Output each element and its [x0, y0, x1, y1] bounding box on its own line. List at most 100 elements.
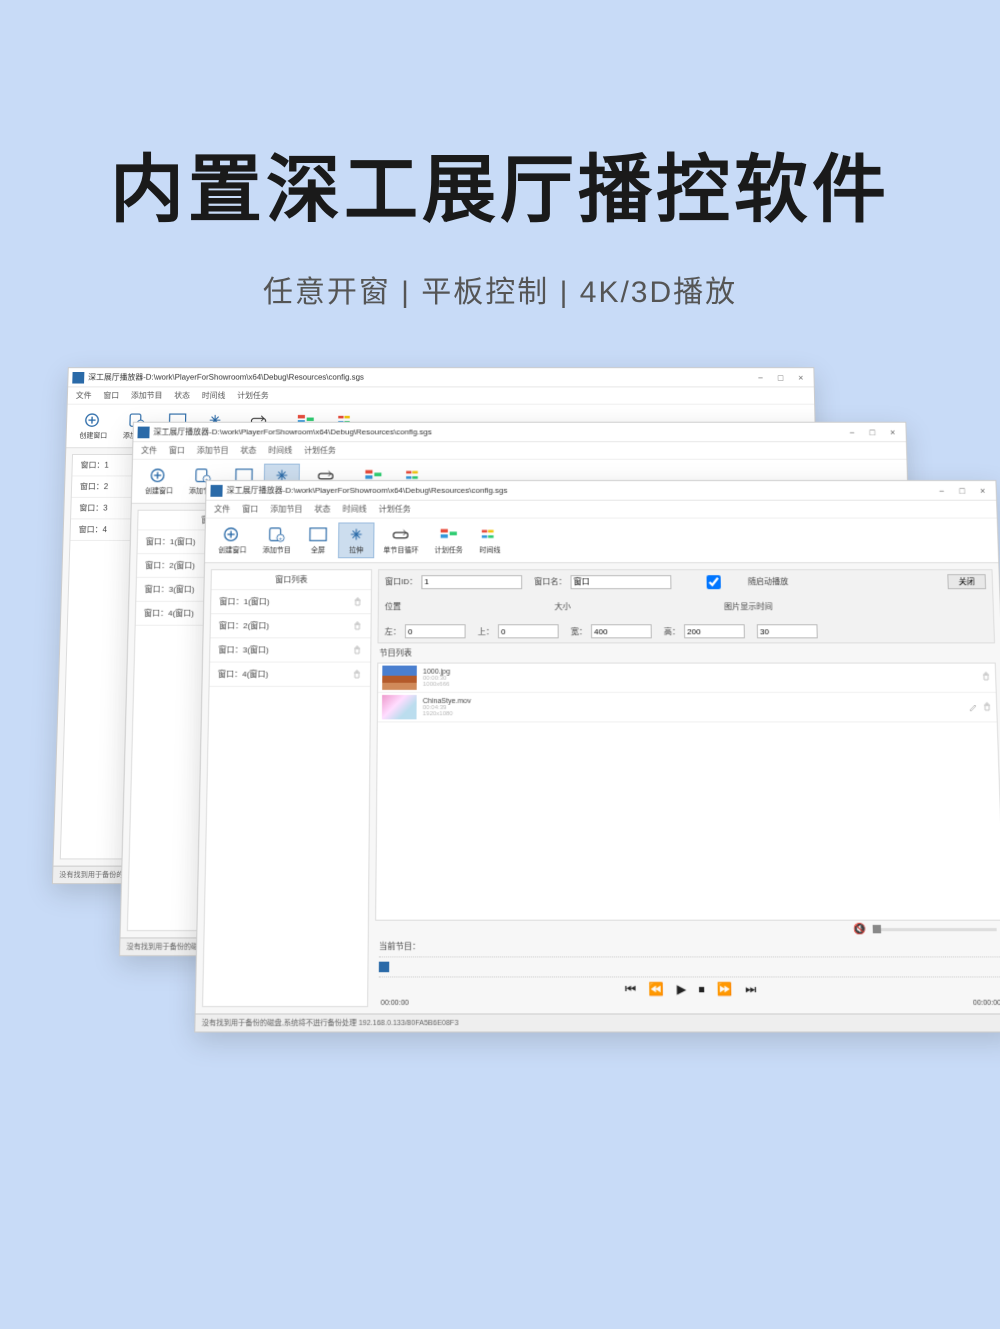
- trash-icon[interactable]: [981, 672, 991, 682]
- volume-icon[interactable]: 🔇: [854, 924, 867, 936]
- tool-fullscreen[interactable]: 全屏: [300, 522, 337, 558]
- program-name: 1000.jpg: [423, 668, 450, 675]
- prev-track-icon[interactable]: ⏮: [625, 982, 636, 998]
- menu-window[interactable]: 窗口: [169, 445, 185, 456]
- menubar: 文件 窗口 添加节目 状态 时间线 计划任务: [133, 442, 906, 460]
- menu-file[interactable]: 文件: [76, 390, 92, 401]
- maximize-icon[interactable]: □: [953, 485, 971, 495]
- input-picstay[interactable]: [757, 624, 818, 638]
- program-item[interactable]: ChinaStye.mov 00:04:39 1920x1080: [378, 693, 997, 722]
- toolbar: 创建窗口 +添加节目 全屏 拉伸 单节目循环 计划任务 时间线: [205, 519, 998, 564]
- menu-timeline[interactable]: 时间线: [202, 390, 226, 401]
- time-labels: 00:00:00 00:00:00: [374, 1000, 1000, 1007]
- menu-timeline[interactable]: 时间线: [342, 504, 366, 515]
- tool-create-window[interactable]: 创建窗口: [72, 409, 114, 444]
- minimize-icon[interactable]: −: [843, 427, 861, 437]
- close-button[interactable]: 关闭: [947, 574, 986, 589]
- programs-label: 节目列表: [377, 643, 995, 662]
- tool-add-program[interactable]: +添加节目: [255, 522, 298, 558]
- titlebar: 深工展厅播放器-D:\work\PlayerForShowroom\x64\De…: [206, 481, 996, 501]
- stop-icon[interactable]: ⏹: [699, 982, 705, 998]
- tool-create-window[interactable]: 创建窗口: [211, 522, 254, 558]
- transport-controls: ⏮ ⏪ ▶ ⏹ ⏩ ⏭: [374, 980, 1000, 1000]
- list-item[interactable]: 窗口：2(窗口): [211, 614, 371, 638]
- checkbox-autoplay[interactable]: [683, 575, 744, 589]
- program-list: 1000.jpg 00:00:30 1000x666 ChinaStye.mov…: [375, 663, 1000, 921]
- time-end: 00:00:00: [973, 1000, 1000, 1007]
- window-list-title: 窗口列表: [212, 570, 372, 590]
- menu-schedule[interactable]: 计划任务: [237, 390, 269, 401]
- input-window-name[interactable]: [571, 575, 672, 589]
- menu-add-program[interactable]: 添加节目: [270, 504, 302, 515]
- hero-subtitle: 任意开窗 | 平板控制 | 4K/3D播放: [0, 267, 1000, 311]
- input-height[interactable]: [684, 624, 745, 638]
- program-item[interactable]: 1000.jpg 00:00:30 1000x666: [378, 664, 996, 693]
- input-top[interactable]: [498, 624, 559, 638]
- input-width[interactable]: [591, 624, 652, 638]
- trash-icon[interactable]: [352, 645, 362, 655]
- window-props: 窗口ID： 窗口名： 随启动播放 关闭 位置 大小 图片显示时间 左： 上： 宽…: [377, 569, 995, 643]
- menu-status[interactable]: 状态: [314, 504, 330, 515]
- label-top: 上：: [478, 626, 494, 637]
- menu-status[interactable]: 状态: [240, 445, 256, 456]
- label-picstay: 图片显示时间: [724, 601, 773, 612]
- menu-file[interactable]: 文件: [141, 445, 157, 456]
- thumbnail: [382, 666, 417, 690]
- menu-add-program[interactable]: 添加节目: [197, 445, 229, 456]
- window-title: 深工展厅播放器-D:\work\PlayerForShowroom\x64\De…: [226, 485, 932, 496]
- app-icon: [210, 484, 222, 496]
- list-item[interactable]: 窗口：1(窗口): [211, 590, 371, 614]
- edit-icon[interactable]: [968, 702, 979, 712]
- input-window-id[interactable]: [421, 575, 522, 589]
- program-resolution: 1000x666: [423, 681, 450, 687]
- hero-title: 内置深工展厅播控软件: [0, 130, 1000, 237]
- tool-create-window[interactable]: 创建窗口: [138, 464, 181, 499]
- app-icon: [72, 372, 84, 384]
- forward-icon[interactable]: ⏩: [717, 982, 733, 998]
- trash-icon[interactable]: [353, 597, 363, 607]
- trash-icon[interactable]: [352, 669, 362, 679]
- tool-schedule[interactable]: 计划任务: [428, 522, 470, 558]
- tool-timeline[interactable]: 时间线: [472, 522, 508, 558]
- maximize-icon[interactable]: □: [772, 372, 790, 382]
- close-icon[interactable]: ×: [792, 372, 810, 382]
- app-window-front: 深工展厅播放器-D:\work\PlayerForShowroom\x64\De…: [194, 480, 1000, 1033]
- menu-schedule[interactable]: 计划任务: [379, 504, 411, 515]
- play-icon[interactable]: ▶: [677, 982, 687, 998]
- app-icon: [137, 426, 149, 438]
- trash-icon[interactable]: [982, 702, 993, 712]
- tool-stretch[interactable]: 拉伸: [338, 522, 375, 558]
- program-duration: 00:00:30: [423, 675, 450, 681]
- label-height: 高：: [664, 626, 680, 637]
- menu-window[interactable]: 窗口: [242, 504, 258, 515]
- label-left: 左：: [385, 626, 401, 637]
- playback-timeline[interactable]: [379, 956, 1000, 977]
- minimize-icon[interactable]: −: [752, 372, 770, 382]
- screenshot-stage: 深工展厅播放器-D:\work\PlayerForShowroom\x64\De…: [0, 361, 1000, 1061]
- menu-schedule[interactable]: 计划任务: [304, 445, 336, 456]
- window-title: 深工展厅播放器-D:\work\PlayerForShowroom\x64\De…: [153, 427, 843, 438]
- tool-single-loop[interactable]: 单节目循环: [376, 522, 425, 558]
- maximize-icon[interactable]: □: [863, 427, 881, 437]
- trash-icon[interactable]: [352, 621, 362, 631]
- menu-file[interactable]: 文件: [214, 504, 230, 515]
- minimize-icon[interactable]: −: [932, 485, 950, 495]
- input-left[interactable]: [405, 624, 466, 638]
- list-item[interactable]: 窗口：4(窗口): [210, 663, 371, 687]
- rewind-icon[interactable]: ⏪: [649, 982, 665, 998]
- next-track-icon[interactable]: ⏭: [745, 982, 756, 998]
- menubar: 文件 窗口 添加节目 状态 时间线 计划任务: [206, 501, 997, 519]
- menu-add-program[interactable]: 添加节目: [131, 390, 163, 401]
- menu-window[interactable]: 窗口: [103, 390, 119, 401]
- close-icon[interactable]: ×: [884, 427, 902, 437]
- window-controls: − □ ×: [932, 485, 991, 495]
- window-controls: − □ ×: [752, 372, 810, 382]
- menu-status[interactable]: 状态: [174, 390, 190, 401]
- label-size: 大小: [554, 601, 570, 612]
- program-resolution: 1920x1080: [423, 711, 471, 717]
- statusbar: 没有找到用于备份的磁盘,系统将不进行备份处理 192.168.0.133/80F…: [195, 1013, 1000, 1031]
- list-item[interactable]: 窗口：3(窗口): [210, 638, 370, 662]
- volume-slider[interactable]: [873, 928, 997, 931]
- menu-timeline[interactable]: 时间线: [268, 445, 292, 456]
- close-icon[interactable]: ×: [974, 485, 992, 495]
